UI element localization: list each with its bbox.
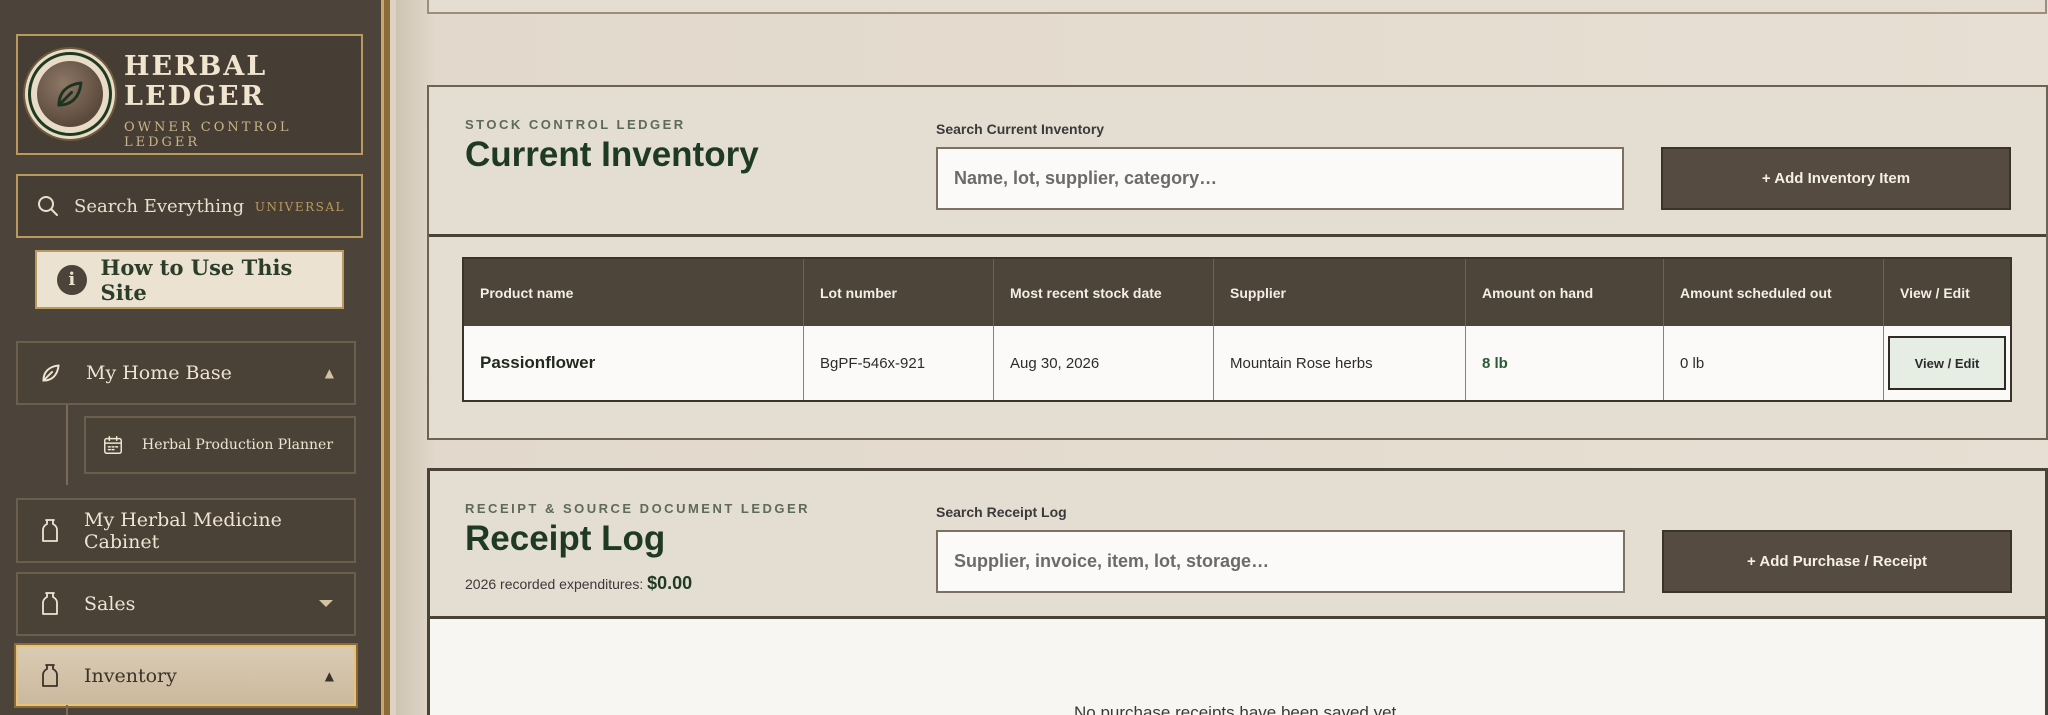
how-to-use-label: How to Use This Site (100, 254, 293, 305)
info-icon: i (57, 264, 87, 295)
empty-state-message: No purchase receipts have been saved yet… (1074, 703, 1401, 715)
nav-item-inventory[interactable]: Inventory ▲ (16, 645, 356, 706)
add-inventory-item-button[interactable]: + Add Inventory Item (1661, 147, 2011, 210)
receipt-search-input[interactable] (936, 530, 1625, 593)
column-header: Amount on hand (1466, 259, 1664, 326)
previous-panel-edge (427, 0, 2047, 14)
column-header: Amount scheduled out (1664, 259, 1884, 326)
jar-icon (42, 592, 58, 615)
nav-tree-line (66, 705, 68, 715)
column-header: Product name (464, 259, 804, 326)
cell-amount-on-hand: 8 lb (1466, 326, 1664, 400)
caret-up-icon: ▲ (324, 366, 334, 380)
nav-item-label: My Home Base (86, 362, 232, 384)
inventory-table: Product name Lot number Most recent stoc… (462, 257, 2012, 402)
view-edit-button[interactable]: View / Edit (1888, 336, 2006, 390)
receipt-eyebrow: RECEIPT & SOURCE DOCUMENT LEDGER (465, 501, 811, 516)
nav-item-label-line1: My Herbal Medicine (84, 508, 282, 531)
how-to-use-button[interactable]: i How to Use This Site (35, 250, 344, 309)
nav-item-home-base[interactable]: My Home Base ▲ (16, 341, 356, 405)
brand-title-line2: LEDGER (124, 81, 266, 112)
nav-item-label: Sales (84, 593, 136, 615)
column-header: Lot number (804, 259, 994, 326)
inventory-search-input[interactable] (936, 147, 1624, 210)
cell-stock-date: Aug 30, 2026 (994, 326, 1214, 400)
search-everything-label: Search Everything (74, 195, 245, 217)
nav-item-label: Inventory (84, 664, 177, 687)
cell-amount-scheduled-out: 0 lb (1664, 326, 1884, 400)
calendar-icon (104, 436, 122, 454)
brand-subtitle: OWNER CONTROL LEDGER (124, 120, 292, 150)
expenditures-label: 2026 recorded expenditures: (465, 576, 644, 592)
brand-logo (28, 52, 112, 136)
column-header: Supplier (1214, 259, 1466, 326)
chevron-down-icon (319, 600, 333, 607)
jar-icon (42, 518, 58, 542)
nav-item-label: My Herbal Medicine Cabinet (84, 509, 282, 553)
cell-lot-number: BgPF-546x-921 (804, 326, 994, 400)
cell-product-name: Passionflower (464, 326, 804, 400)
jar-icon (42, 663, 58, 687)
nav-item-production-planner[interactable]: Herbal Production Planner (84, 416, 356, 474)
nav-item-sales[interactable]: Sales (16, 572, 356, 636)
nav-tree-line (66, 405, 68, 485)
brand-block[interactable]: HERBAL LEDGER OWNER CONTROL LEDGER (16, 34, 363, 155)
expenditures-summary: 2026 recorded expenditures: $0.00 (465, 573, 692, 594)
column-header: View / Edit (1900, 284, 1970, 301)
inventory-eyebrow: STOCK CONTROL LEDGER (465, 117, 686, 132)
table-row: Passionflower BgPF-546x-921 Aug 30, 2026… (464, 326, 2010, 400)
search-everything-button[interactable]: Search Everything UNIVERSAL (16, 174, 363, 238)
leaf-icon (57, 81, 83, 107)
receipt-list-area (430, 619, 2045, 715)
receipt-panel: RECEIPT & SOURCE DOCUMENT LEDGER Receipt… (427, 468, 2048, 715)
inventory-title: Current Inventory (465, 135, 759, 174)
add-purchase-receipt-button[interactable]: + Add Purchase / Receipt (1662, 530, 2012, 593)
sidebar: HERBAL LEDGER OWNER CONTROL LEDGER Searc… (0, 0, 390, 715)
nav-item-medicine-cabinet[interactable]: My Herbal Medicine Cabinet (16, 498, 356, 563)
cell-supplier: Mountain Rose herbs (1214, 326, 1466, 400)
receipt-title: Receipt Log (465, 519, 666, 558)
universal-badge: UNIVERSAL (254, 200, 345, 214)
caret-up-icon: ▲ (324, 668, 334, 683)
cell-view-edit: View / Edit (1884, 326, 2010, 400)
nav-item-label-line2: Cabinet (84, 530, 160, 553)
inventory-search-label: Search Current Inventory (936, 121, 1105, 137)
table-header-row: Product name Lot number Most recent stoc… (464, 259, 2010, 326)
nav-item-label: Herbal Production Planner (142, 437, 334, 453)
leaf-icon (42, 364, 60, 382)
brand-title: HERBAL LEDGER (124, 52, 267, 112)
search-icon (38, 196, 58, 216)
expenditures-value: $0.00 (647, 573, 693, 593)
brand-title-line1: HERBAL (124, 51, 268, 82)
receipt-search-label: Search Receipt Log (936, 504, 1067, 520)
column-header: Most recent stock date (994, 259, 1214, 326)
